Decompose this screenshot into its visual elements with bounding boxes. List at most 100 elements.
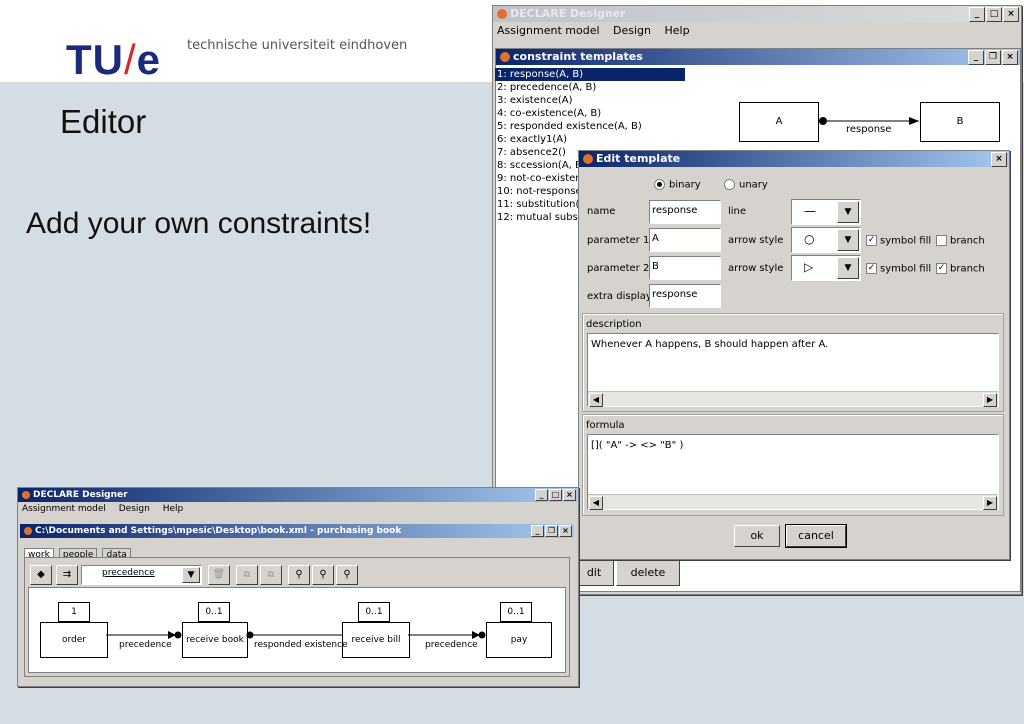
formula-text: []( "A" -> <> "B" ) <box>591 440 684 451</box>
extra-display-label: extra display <box>587 291 652 302</box>
symbol-fill-2[interactable]: ✓ symbol fill <box>866 263 931 275</box>
template-item[interactable]: 4: co-existence(A, B) <box>495 107 685 120</box>
chevron-down-icon[interactable]: ▼ <box>182 567 200 583</box>
chevron-down-icon[interactable]: ▼ <box>837 229 859 251</box>
menu-assignment-model[interactable]: Assignment model <box>497 24 600 37</box>
scroll-right-icon[interactable]: ▶ <box>983 393 997 407</box>
menu-help[interactable]: Help <box>665 24 690 37</box>
copy-icon[interactable]: ⧉ <box>236 565 258 585</box>
delete-icon[interactable]: 🗑 <box>208 565 230 585</box>
radio-binary-indicator[interactable] <box>654 179 665 190</box>
minimize-button[interactable]: _ <box>535 489 548 501</box>
maximize-button[interactable]: □ <box>986 7 1002 22</box>
name-field[interactable]: response <box>649 200 721 224</box>
branch-1[interactable]: branch <box>936 235 985 247</box>
arrow-style-1-select[interactable]: ○ ▼ <box>791 227 861 253</box>
edge-label: precedence <box>425 640 478 650</box>
scroll-left-icon[interactable]: ◀ <box>589 393 603 407</box>
formula-scrollbar[interactable]: ◀ ▶ <box>588 494 998 510</box>
zoom-in-icon[interactable]: ⚲ <box>312 565 334 585</box>
branch-2-checkbox[interactable]: ✓ <box>936 263 947 274</box>
description-text: Whenever A happens, B should happen afte… <box>591 339 829 350</box>
radio-binary[interactable]: binary <box>654 179 701 191</box>
main-window-titlebar[interactable]: DECLARE Designer _ □ × <box>493 6 1021 22</box>
close-button[interactable]: × <box>991 152 1007 167</box>
add-activity-icon[interactable]: ◆ <box>30 565 52 585</box>
minimize-button[interactable]: _ <box>968 50 984 65</box>
constraint-type-select[interactable]: precedence ▼ <box>81 565 202 585</box>
cardinality-badge: 1 <box>58 602 90 622</box>
extra-display-field[interactable]: response <box>649 284 721 308</box>
description-scrollbar[interactable]: ◀ ▶ <box>588 391 998 407</box>
edge-precedence-2 <box>408 631 486 639</box>
symbol-fill-1-label: symbol fill <box>880 235 932 247</box>
template-item[interactable]: 2: precedence(A, B) <box>495 81 685 94</box>
activity-receive-book[interactable]: receive book <box>182 622 248 658</box>
activity-pay[interactable]: pay <box>486 622 552 658</box>
template-item[interactable]: 1: response(A, B) <box>495 68 685 81</box>
radio-unary[interactable]: unary <box>724 179 768 191</box>
scroll-left-icon[interactable]: ◀ <box>589 496 603 510</box>
menu-design[interactable]: Design <box>119 504 150 514</box>
constraint-templates-titlebar[interactable]: constraint templates _ ❐ × <box>496 49 1020 65</box>
cancel-button[interactable]: cancel <box>785 524 847 548</box>
line-style-select[interactable]: — ▼ <box>791 199 861 225</box>
add-constraint-icon[interactable]: ⇉ <box>56 565 78 585</box>
branch-2-label: branch <box>950 263 985 275</box>
restore-button[interactable]: ❐ <box>545 525 558 537</box>
symbol-fill-1-checkbox[interactable]: ✓ <box>866 235 877 246</box>
description-textarea[interactable]: Whenever A happens, B should happen afte… <box>587 333 999 407</box>
diagram-connector-label: response <box>846 124 892 135</box>
formula-textarea[interactable]: []( "A" -> <> "B" ) ◀ ▶ <box>587 434 999 510</box>
edge-label: precedence <box>119 640 172 650</box>
menu-design[interactable]: Design <box>613 24 651 37</box>
menu-assignment-model[interactable]: Assignment model <box>22 504 106 514</box>
minimize-button[interactable]: _ <box>969 7 985 22</box>
template-item[interactable]: 6: exactly1(A) <box>495 133 685 146</box>
delete-button[interactable]: delete <box>616 560 680 586</box>
radio-binary-label: binary <box>669 179 701 191</box>
menubar: Assignment model Design Help <box>493 22 1021 40</box>
activity-receive-bill[interactable]: receive bill <box>342 622 410 658</box>
zoom-icon[interactable]: ⚲ <box>288 565 310 585</box>
small-inner-titlebar[interactable]: C:\Documents and Settings\mpesic\Desktop… <box>20 524 574 538</box>
close-button[interactable]: × <box>559 525 572 537</box>
branch-2[interactable]: ✓ branch <box>936 263 985 275</box>
scroll-right-icon[interactable]: ▶ <box>983 496 997 510</box>
close-button[interactable]: × <box>563 489 576 501</box>
activity-order[interactable]: order <box>40 622 108 658</box>
arrow-style-1-value: ○ <box>804 232 815 246</box>
close-button[interactable]: × <box>1003 7 1019 22</box>
cardinality-badge: 0..1 <box>358 602 390 622</box>
symbol-fill-2-checkbox[interactable]: ✓ <box>866 263 877 274</box>
arrow-style-label-2: arrow style <box>728 263 784 274</box>
zoom-out-icon[interactable]: ⚲ <box>336 565 358 585</box>
chevron-down-icon[interactable]: ▼ <box>837 257 859 279</box>
formula-label: formula <box>586 420 625 431</box>
edit-button[interactable]: dit <box>574 560 614 586</box>
ok-button[interactable]: ok <box>734 525 780 547</box>
radio-unary-indicator[interactable] <box>724 179 735 190</box>
parameter-2-field[interactable]: B <box>649 256 721 280</box>
chevron-down-icon[interactable]: ▼ <box>837 201 859 223</box>
edit-template-titlebar[interactable]: Edit template × <box>579 151 1009 167</box>
paste-icon[interactable]: ⧉ <box>260 565 282 585</box>
branch-1-checkbox[interactable] <box>936 235 947 246</box>
edge-label: responded existence <box>254 640 348 650</box>
template-item[interactable]: 3: existence(A) <box>495 94 685 107</box>
diagram-activity-b[interactable]: B <box>920 102 1000 142</box>
close-button[interactable]: × <box>1002 50 1018 65</box>
institution-name: technische universiteit eindhoven <box>187 38 408 53</box>
parameter-1-field[interactable]: A <box>649 228 721 252</box>
minimize-button[interactable]: _ <box>531 525 544 537</box>
template-item[interactable]: 5: responded existence(A, B) <box>495 120 685 133</box>
maximize-button[interactable]: □ <box>549 489 562 501</box>
symbol-fill-1[interactable]: ✓ symbol fill <box>866 235 931 247</box>
arrow-style-2-value: ▷ <box>804 260 814 274</box>
menu-help[interactable]: Help <box>163 504 184 514</box>
constraint-type-value: precedence <box>102 568 155 578</box>
arrow-style-2-select[interactable]: ▷ ▼ <box>791 255 861 281</box>
diagram-activity-a[interactable]: A <box>739 102 819 142</box>
restore-button[interactable]: ❐ <box>985 50 1001 65</box>
small-window-titlebar[interactable]: DECLARE Designer _ □ × <box>18 488 578 502</box>
